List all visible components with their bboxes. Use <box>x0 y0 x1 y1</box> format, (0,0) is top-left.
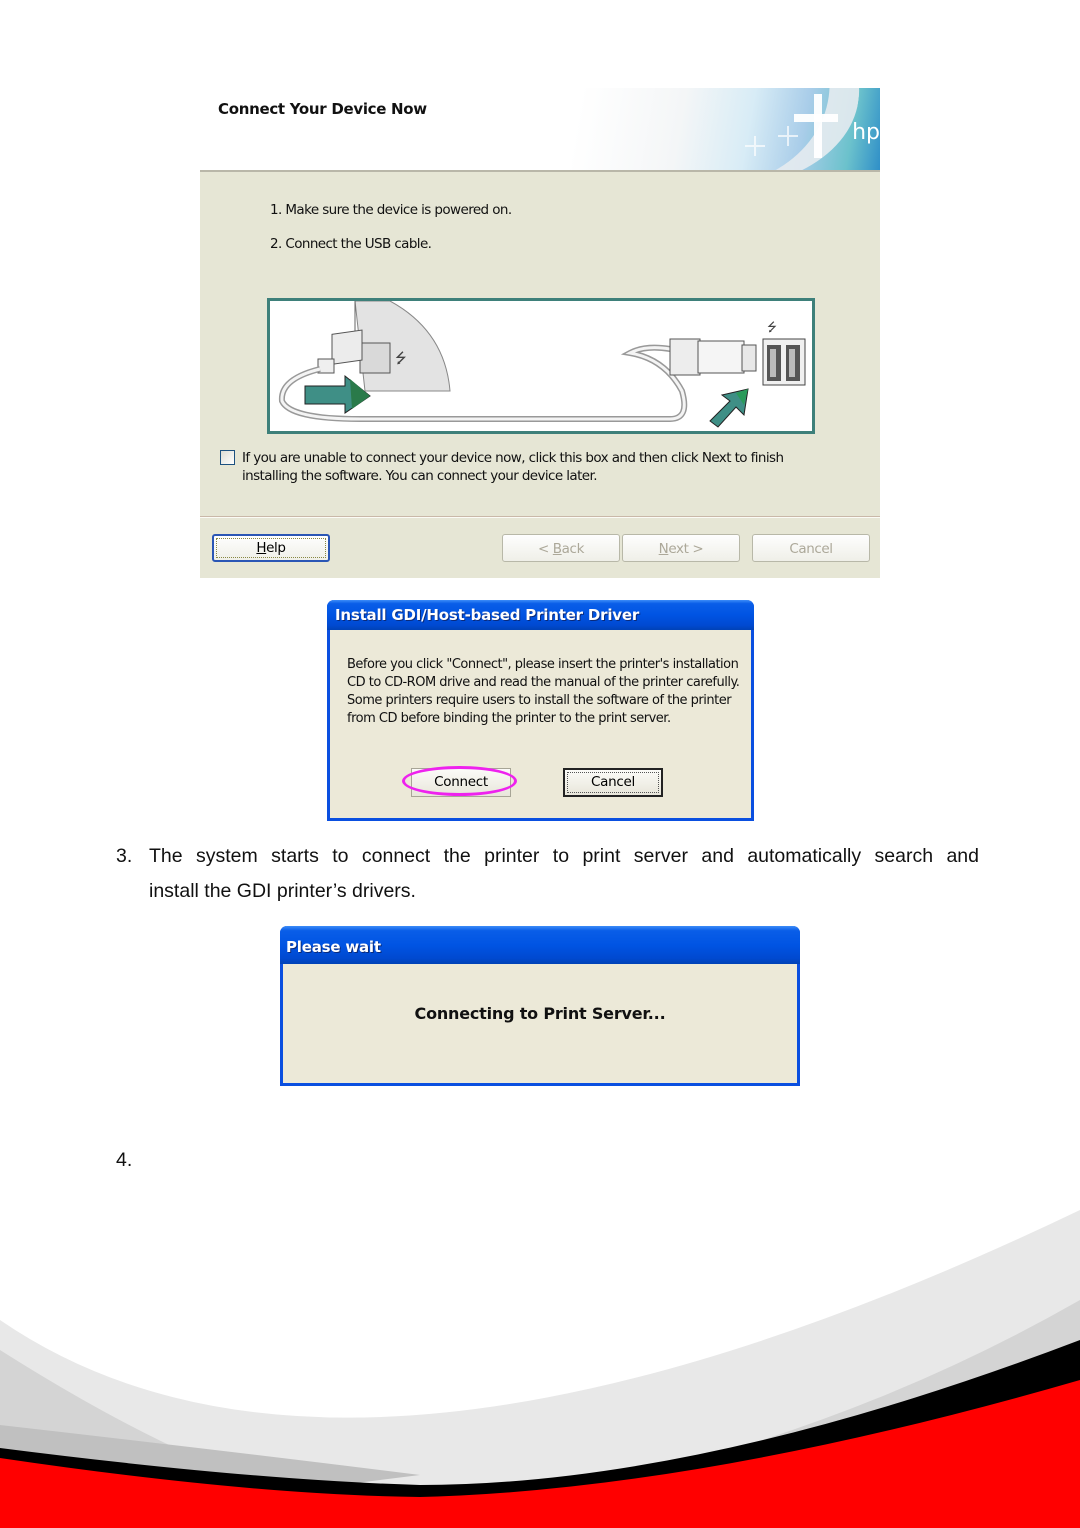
banner-title: Connect Your Device Now <box>218 100 427 118</box>
divider <box>200 170 880 172</box>
plus-decoration-icon <box>778 126 798 146</box>
cancel-button[interactable]: Cancel <box>752 534 870 562</box>
dialog-title: Please wait <box>286 938 381 956</box>
plus-decoration-icon <box>794 94 838 158</box>
step-3-text-continued: install the GDI printer’s drivers. <box>149 880 416 902</box>
arrow-left-icon <box>304 374 371 414</box>
instruction-step-2: 2. Connect the USB cable. <box>270 236 432 252</box>
dialog-message: Before you click "Connect", please inser… <box>347 657 740 726</box>
step-3-text: The system starts to connect the printer… <box>149 845 979 867</box>
cancel-button[interactable]: Cancel <box>563 768 663 797</box>
connect-later-label: If you are unable to connect your device… <box>242 450 784 484</box>
hp-logo: hp <box>852 120 880 145</box>
usb-a-connector-icon <box>669 338 757 376</box>
instruction-step-1: 1. Make sure the device is powered on. <box>270 202 512 218</box>
install-driver-dialog: Install GDI/Host-based Printer Driver Be… <box>327 600 754 821</box>
connect-later-checkbox[interactable] <box>220 450 235 465</box>
help-button[interactable]: Help <box>212 534 330 562</box>
plus-decoration-icon <box>745 136 765 156</box>
usb-connection-illustration: ⭍ ⭍ <box>267 298 815 434</box>
dialog-banner: Connect Your Device Now hp <box>200 88 880 170</box>
arrow-right-icon <box>709 388 749 428</box>
back-button[interactable]: < Back <box>502 534 620 562</box>
status-message: Connecting to Print Server... <box>414 1004 666 1023</box>
usb-symbol-icon: ⭍ <box>395 350 407 366</box>
connect-button[interactable]: Connect <box>411 768 511 797</box>
dialog-title: Install GDI/Host-based Printer Driver <box>335 606 640 624</box>
title-bar[interactable]: Install GDI/Host-based Printer Driver <box>327 600 754 630</box>
title-bar[interactable]: Please wait <box>280 926 800 964</box>
usb-port-icon: ⭍ <box>762 320 806 386</box>
footer-wave-decoration <box>0 1210 1080 1528</box>
next-button[interactable]: Next > <box>622 534 740 562</box>
step-3-number: 3. <box>116 845 133 867</box>
please-wait-dialog: Please wait Connecting to Print Server..… <box>280 926 800 1086</box>
connect-device-dialog: Connect Your Device Now hp 1. Make sure … <box>200 88 880 578</box>
usb-cable-illustration: ⭍ ⭍ <box>278 300 806 428</box>
step-4-number: 4. <box>116 1149 133 1171</box>
svg-text:⭍: ⭍ <box>767 320 777 334</box>
